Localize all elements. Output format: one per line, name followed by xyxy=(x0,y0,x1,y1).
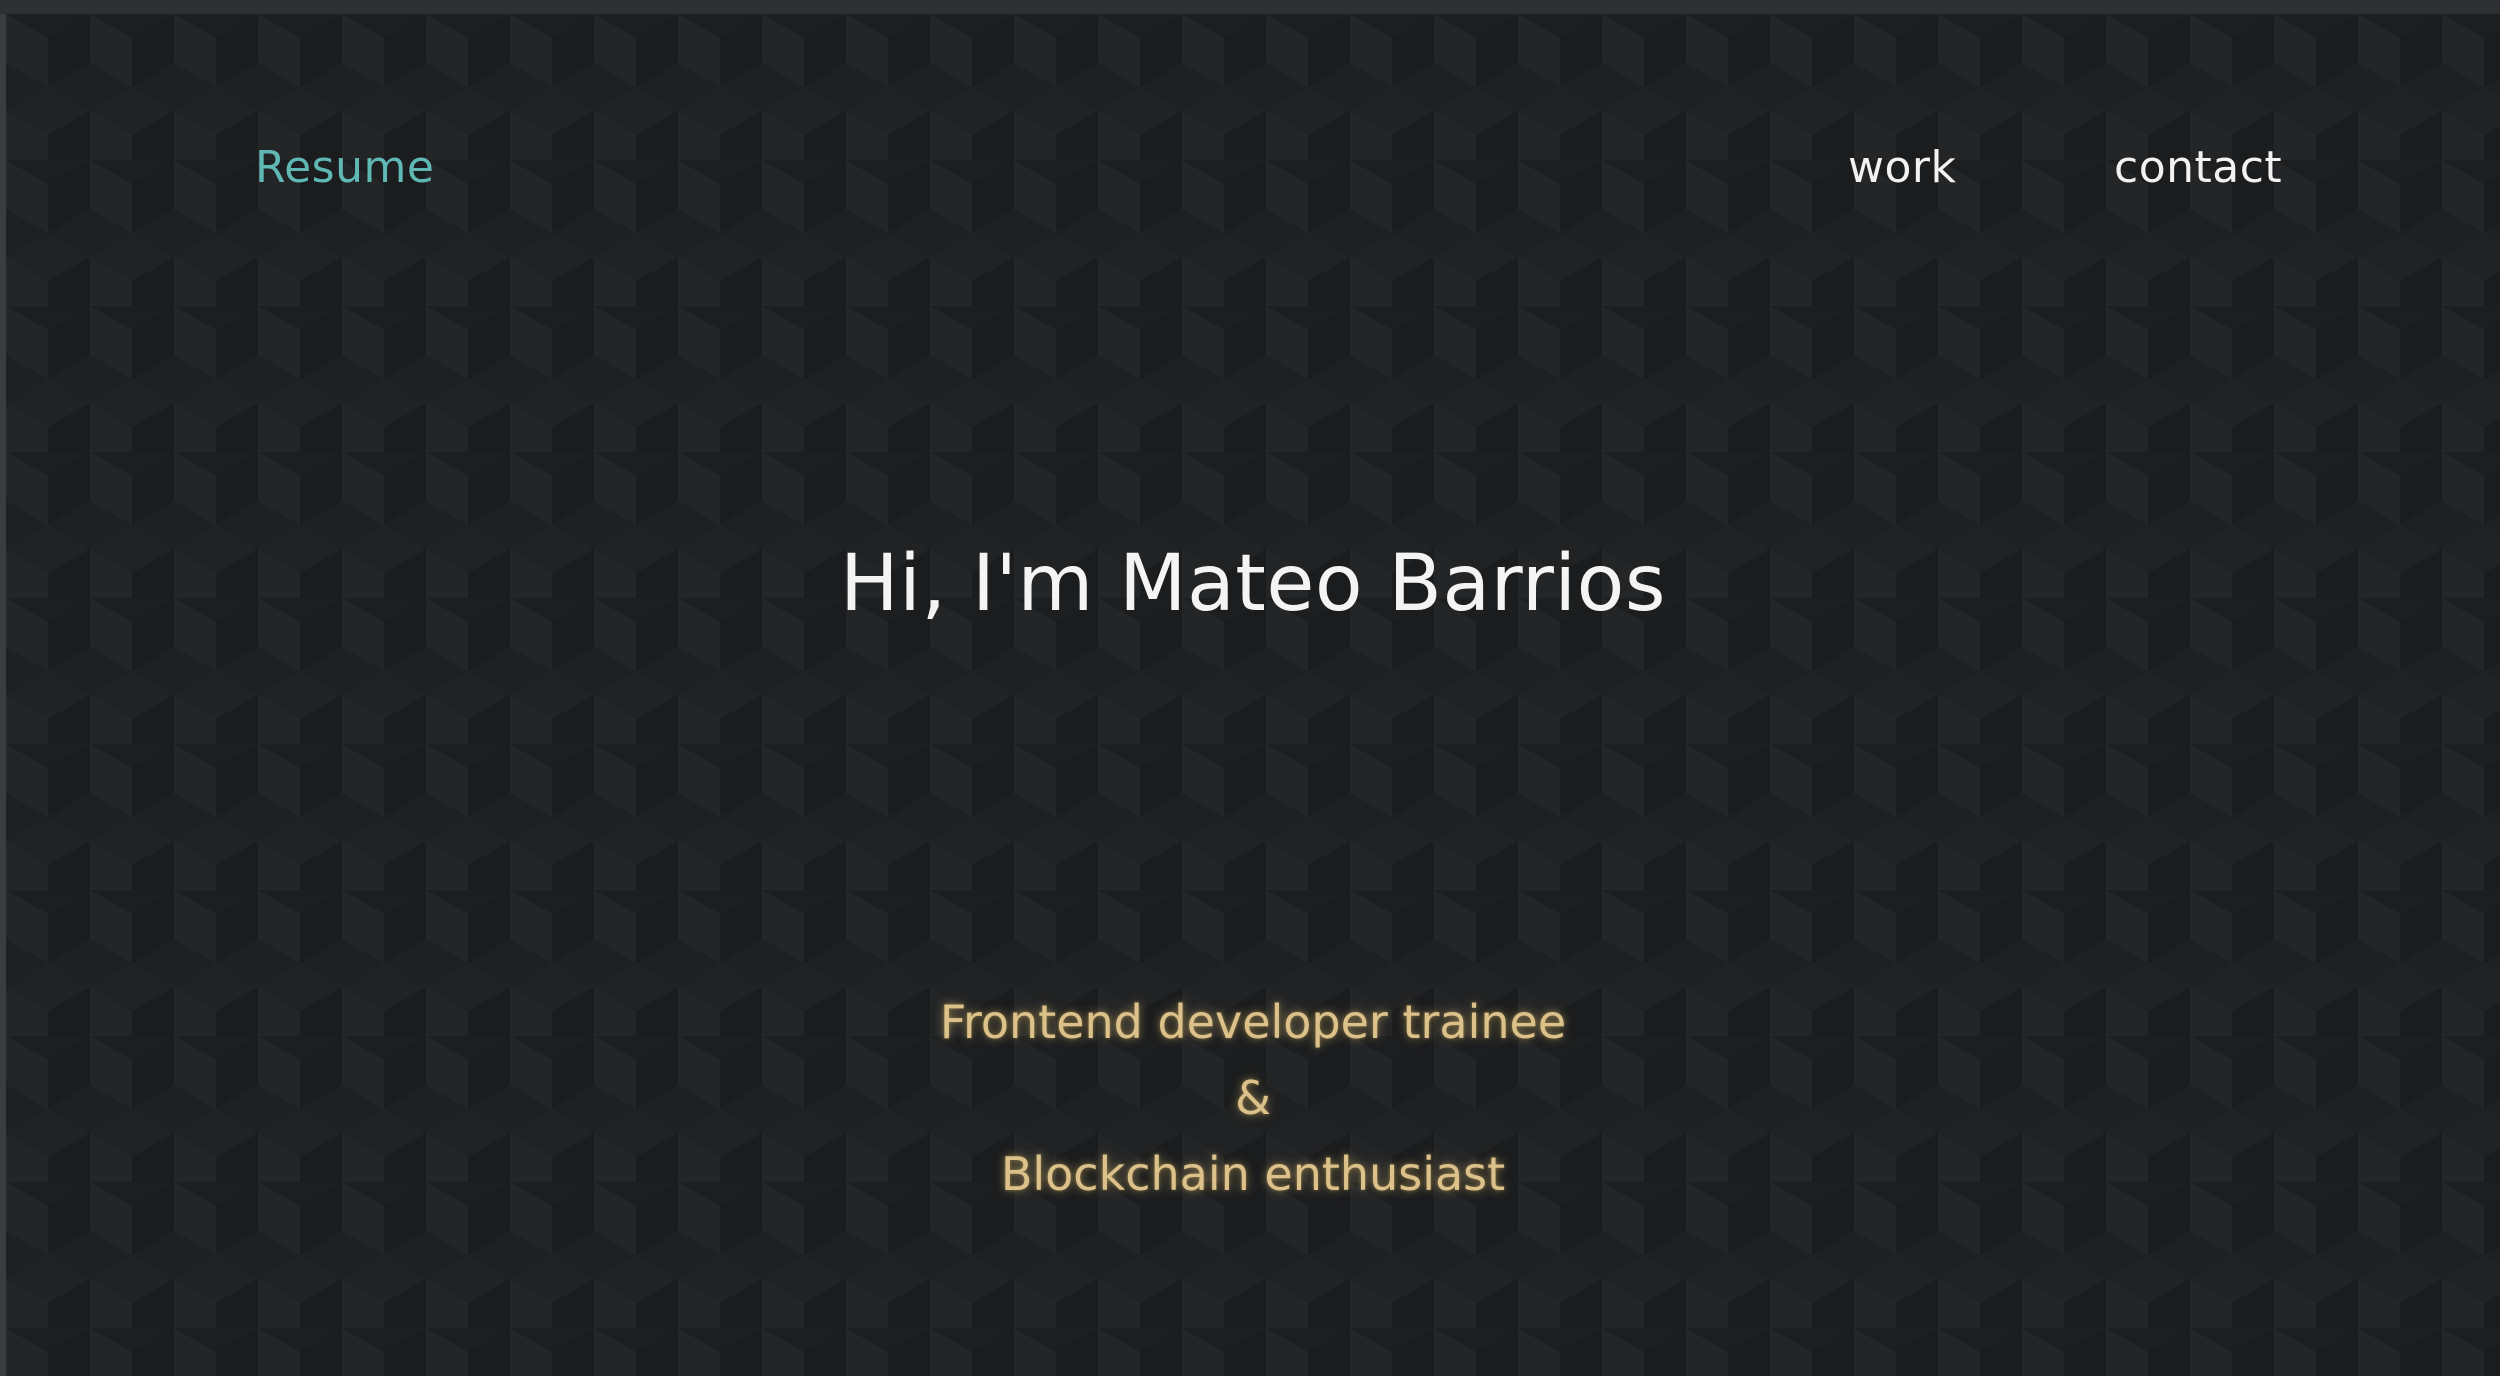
page-viewport: Resume work contact Hi, I'm Mateo Barrio… xyxy=(6,14,2500,1376)
contact-link[interactable]: contact xyxy=(2114,138,2282,198)
hero-title: Hi, I'm Mateo Barrios xyxy=(840,539,1666,629)
tagline-line-1: Frontend developer trainee xyxy=(939,995,1567,1049)
hero-tagline: Frontend developer trainee & Blockchain … xyxy=(6,984,2500,1212)
top-strip xyxy=(0,0,2500,14)
tagline-line-2: & xyxy=(1235,1071,1271,1125)
tagline-line-3: Blockchain enthusiast xyxy=(1000,1147,1506,1201)
work-link[interactable]: work xyxy=(1848,138,1956,198)
resume-link[interactable]: Resume xyxy=(255,138,434,198)
